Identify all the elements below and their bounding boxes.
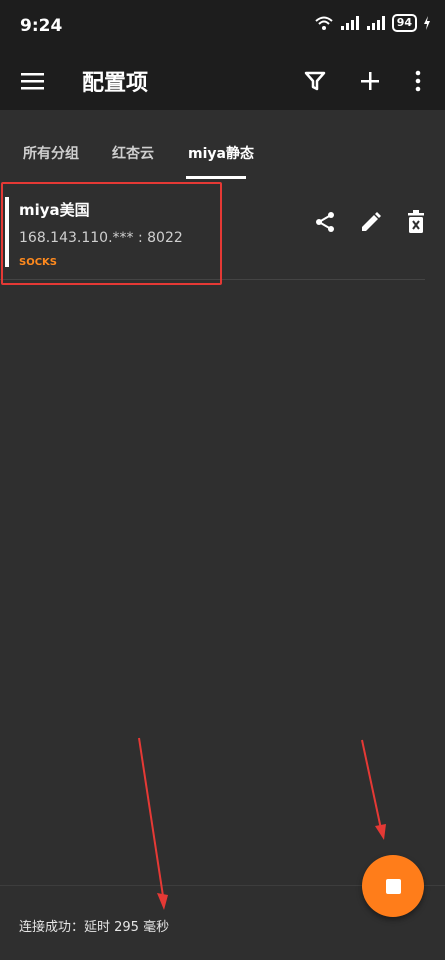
- signal-icon: [340, 16, 359, 30]
- share-button[interactable]: [311, 208, 339, 236]
- connection-status-text: 连接成功：延时 295 毫秒: [19, 920, 170, 935]
- tab-hongxingyun[interactable]: 红杏云: [112, 143, 154, 163]
- stop-connection-button[interactable]: [362, 855, 424, 917]
- status-icons: 94: [314, 14, 431, 32]
- edit-button[interactable]: [357, 208, 385, 236]
- add-button[interactable]: [355, 66, 385, 96]
- annotation-arrow-fab: [361, 739, 386, 840]
- edit-icon: [362, 212, 381, 231]
- menu-icon: [21, 73, 44, 90]
- app-bar: 配置项: [0, 52, 445, 110]
- tab-miya-static[interactable]: miya静态: [188, 143, 254, 163]
- charging-icon: [424, 16, 430, 30]
- signal-icon: [366, 16, 385, 30]
- active-tab-indicator: [186, 176, 246, 179]
- filter-button[interactable]: [300, 66, 330, 96]
- wifi-icon: [315, 16, 333, 30]
- group-tabs: 所有分组 红杏云 miya静态: [0, 110, 445, 180]
- delete-icon: [408, 210, 424, 233]
- menu-button[interactable]: [20, 68, 46, 94]
- more-vert-icon: [415, 70, 421, 92]
- status-bar: 9:24 94: [0, 0, 445, 52]
- status-time: 9:24: [20, 16, 63, 36]
- annotation-highlight-box: [1, 182, 222, 285]
- stop-icon: [385, 878, 401, 894]
- delete-button[interactable]: [402, 208, 430, 236]
- tab-all-groups[interactable]: 所有分组: [23, 143, 79, 163]
- battery-icon: 94: [391, 14, 417, 32]
- more-options-button[interactable]: [403, 66, 433, 96]
- share-icon: [316, 212, 334, 232]
- filter-icon: [304, 71, 326, 91]
- page-title: 配置项: [82, 71, 149, 96]
- add-icon: [361, 72, 379, 90]
